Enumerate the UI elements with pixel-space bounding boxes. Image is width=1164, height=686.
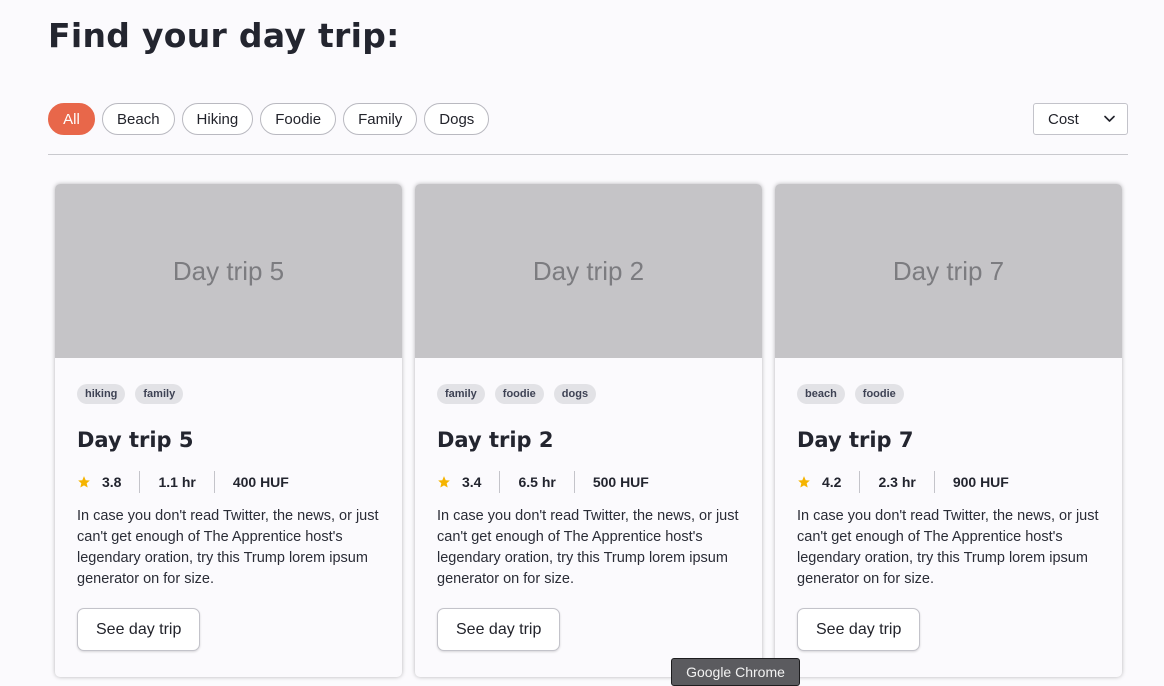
trip-card: Day trip 7 beach foodie Day trip 7 4.2 2…	[775, 184, 1122, 677]
duration: 6.5 hr	[499, 471, 573, 493]
cost: 400 HUF	[213, 471, 307, 493]
tag: foodie	[494, 384, 544, 404]
rating: 4.2	[797, 471, 859, 493]
rating: 3.4	[437, 471, 499, 493]
card-title: Day trip 7	[797, 428, 914, 452]
cost: 900 HUF	[933, 471, 1027, 493]
see-day-trip-button[interactable]: See day trip	[797, 608, 921, 651]
tag: family	[437, 384, 485, 404]
card-description: In case you don't read Twitter, the news…	[437, 508, 739, 587]
card-image: Day trip 5	[55, 184, 402, 358]
rating-value: 4.2	[822, 474, 842, 490]
trip-card: Day trip 2 family foodie dogs Day trip 2…	[415, 184, 762, 677]
duration: 2.3 hr	[859, 471, 933, 493]
tag: dogs	[553, 384, 597, 404]
filter-chip-all[interactable]: All	[48, 103, 95, 135]
see-day-trip-button[interactable]: See day trip	[77, 608, 201, 651]
app-tooltip: Google Chrome	[671, 658, 800, 686]
card-description: In case you don't read Twitter, the news…	[797, 508, 1099, 587]
card-image-label: Day trip 5	[172, 255, 285, 286]
see-day-trip-button[interactable]: See day trip	[437, 608, 561, 651]
filter-chip-hiking[interactable]: Hiking	[181, 103, 254, 135]
filter-chips: All Beach Hiking Foodie Family Dogs	[48, 103, 490, 135]
chevron-down-icon	[1104, 115, 1115, 122]
card-tags: hiking family	[77, 384, 380, 404]
star-icon	[438, 476, 450, 488]
page-title: Find your day trip:	[48, 16, 400, 55]
star-icon	[78, 476, 90, 488]
card-title: Day trip 5	[77, 428, 194, 452]
divider	[48, 154, 1128, 155]
card-stats: 4.2 2.3 hr 900 HUF	[797, 471, 1100, 493]
filter-chip-beach[interactable]: Beach	[102, 103, 175, 135]
tag: foodie	[854, 384, 904, 404]
filter-chip-foodie[interactable]: Foodie	[260, 103, 337, 135]
rating: 3.8	[77, 471, 139, 493]
filter-chip-dogs[interactable]: Dogs	[424, 103, 490, 135]
sort-select[interactable]: Cost	[1033, 103, 1128, 135]
card-stats: 3.4 6.5 hr 500 HUF	[437, 471, 740, 493]
tag: beach	[797, 384, 845, 404]
tag: hiking	[77, 384, 126, 404]
card-image-label: Day trip 2	[532, 255, 645, 286]
card-image: Day trip 2	[415, 184, 762, 358]
card-title: Day trip 2	[437, 428, 554, 452]
rating-value: 3.4	[462, 474, 482, 490]
trip-card: Day trip 5 hiking family Day trip 5 3.8 …	[55, 184, 402, 677]
filter-chip-family[interactable]: Family	[343, 103, 418, 135]
tag: family	[135, 384, 184, 404]
card-tags: family foodie dogs	[437, 384, 740, 404]
card-image: Day trip 7	[775, 184, 1122, 358]
card-tags: beach foodie	[797, 384, 1100, 404]
cost: 500 HUF	[573, 471, 667, 493]
star-icon	[798, 476, 810, 488]
rating-value: 3.8	[102, 474, 122, 490]
card-image-label: Day trip 7	[892, 255, 1005, 286]
duration: 1.1 hr	[139, 471, 213, 493]
card-description: In case you don't read Twitter, the news…	[77, 508, 379, 587]
sort-select-value: Cost	[1048, 110, 1079, 128]
card-stats: 3.8 1.1 hr 400 HUF	[77, 471, 380, 493]
